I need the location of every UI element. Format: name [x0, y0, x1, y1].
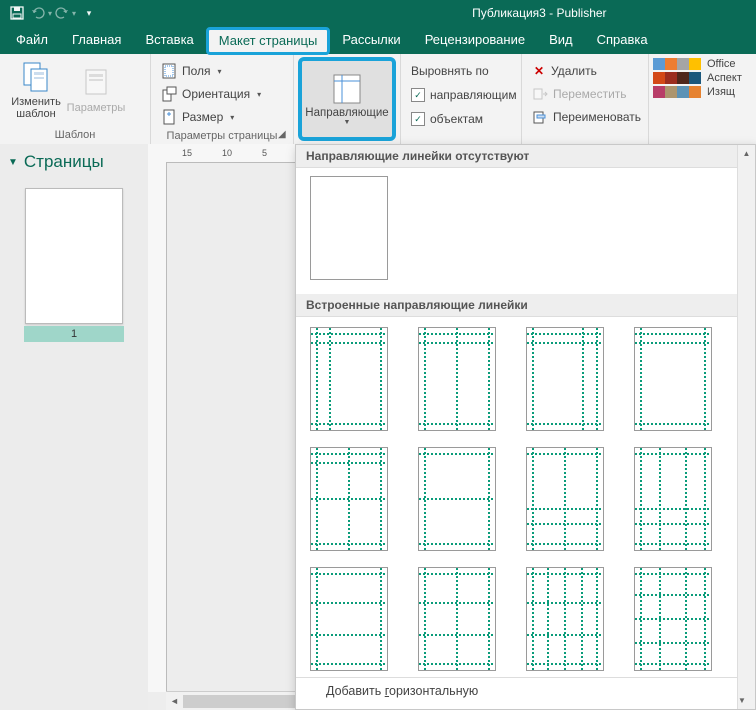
ruler-corner	[148, 144, 167, 163]
customize-qat-button[interactable]: ▾	[78, 2, 100, 24]
menu-add-horizontal[interactable]: Добавить горизонтальную	[296, 678, 755, 704]
guides-preset-2[interactable]	[418, 327, 496, 431]
group-template: Изменить шаблон Параметры Шаблон	[0, 54, 151, 144]
gallery-row	[296, 557, 755, 677]
page-number-badge: 1	[24, 326, 124, 342]
scheme-aspect[interactable]: Аспект	[653, 72, 756, 84]
guides-preset-none[interactable]	[310, 176, 388, 280]
group-pages: ✕Удалить Переместить Переименовать	[522, 54, 649, 144]
gallery-row	[296, 437, 755, 557]
scroll-up-arrow[interactable]: ▲	[738, 145, 755, 162]
align-to-guides-checkbox[interactable]: ✓направляющим	[407, 84, 521, 106]
tab-help[interactable]: Справка	[585, 26, 660, 54]
tab-page-layout[interactable]: Макет страницы	[206, 27, 331, 55]
dropdown-caret-icon: ▼	[344, 119, 351, 126]
tab-mailings[interactable]: Рассылки	[330, 26, 412, 54]
change-template-label: Изменить шаблон	[6, 96, 66, 120]
guides-preset-5[interactable]	[310, 447, 388, 551]
builtin-guides-section-header: Встроенные направляющие линейки	[296, 294, 755, 317]
tab-view[interactable]: Вид	[537, 26, 585, 54]
gallery-vertical-scrollbar[interactable]: ▲ ▼	[737, 145, 755, 709]
vertical-ruler[interactable]	[148, 162, 167, 692]
no-guides-section-header: Направляющие линейки отсутствуют	[296, 145, 755, 168]
tab-insert[interactable]: Вставка	[133, 26, 205, 54]
scheme-elegant[interactable]: Изящ	[653, 86, 756, 98]
group-align: Выровнять по ✓направляющим ✓объектам	[400, 54, 522, 144]
tab-file[interactable]: Файл	[4, 26, 60, 54]
undo-button[interactable]: ▾	[30, 2, 52, 24]
margins-label: Поля	[182, 64, 211, 78]
scroll-down-arrow[interactable]: ▼	[738, 692, 746, 709]
page-params-dialog-launcher[interactable]: ◢	[278, 129, 290, 141]
window-title: Публикация3 - Publisher	[472, 6, 606, 20]
tab-home[interactable]: Главная	[60, 26, 133, 54]
options-button: Параметры	[66, 58, 126, 122]
guides-preset-10[interactable]	[418, 567, 496, 671]
orientation-label: Ориентация	[182, 87, 250, 101]
size-button[interactable]: Размер▾	[157, 106, 238, 128]
guides-preset-4[interactable]	[634, 327, 712, 431]
guides-gallery-dropdown: Направляющие линейки отсутствуют Встроен…	[295, 144, 756, 710]
guides-preset-7[interactable]	[526, 447, 604, 551]
size-label: Размер	[182, 110, 223, 124]
group-template-label: Шаблон	[0, 127, 150, 144]
menu-add-vertical[interactable]: Добавить вертикальную	[296, 704, 755, 709]
gallery-row	[296, 317, 755, 437]
gallery-menu: Добавить горизонтальную Добавить вертика…	[296, 677, 755, 709]
guides-preset-11[interactable]	[526, 567, 604, 671]
pages-pane: ▼ Страницы 1	[0, 144, 148, 710]
delete-page-button[interactable]: ✕Удалить	[528, 60, 601, 82]
tab-review[interactable]: Рецензирование	[413, 26, 537, 54]
move-page-button: Переместить	[528, 83, 631, 105]
margins-button[interactable]: Поля▾	[157, 60, 226, 82]
guides-preset-9[interactable]	[310, 567, 388, 671]
guides-preset-12[interactable]	[634, 567, 712, 671]
group-page-params: Поля▾ Ориентация▾ Размер▾ Параметры стра…	[151, 54, 294, 144]
title-bar: ▾ ▾ ▾ Публикация3 - Publisher	[0, 0, 756, 26]
orientation-button[interactable]: Ориентация▾	[157, 83, 265, 105]
save-button[interactable]	[6, 2, 28, 24]
guides-label: Направляющие	[305, 107, 388, 119]
pages-pane-header[interactable]: ▼ Страницы	[0, 144, 148, 176]
group-schemes: Office Аспект Изящ	[649, 54, 756, 144]
options-label: Параметры	[67, 102, 126, 114]
guides-icon	[330, 73, 364, 105]
rename-page-button[interactable]: Переименовать	[528, 106, 645, 128]
ribbon: Изменить шаблон Параметры Шаблон Поля▾ О…	[0, 54, 756, 145]
guides-preset-6[interactable]	[418, 447, 496, 551]
collapse-caret-icon: ▼	[8, 157, 18, 168]
quick-access-toolbar: ▾ ▾ ▾	[0, 2, 100, 24]
guides-preset-8[interactable]	[634, 447, 712, 551]
align-to-objects-checkbox[interactable]: ✓объектам	[407, 108, 487, 130]
align-by-label: Выровнять по	[407, 60, 493, 82]
group-page-params-label: Параметры страницы	[151, 128, 293, 145]
guides-preset-3[interactable]	[526, 327, 604, 431]
redo-button[interactable]: ▾	[54, 2, 76, 24]
page-thumbnail[interactable]	[25, 188, 123, 324]
guides-button[interactable]: Направляющие ▼	[298, 57, 396, 141]
change-template-button[interactable]: Изменить шаблон	[6, 58, 66, 122]
scheme-office[interactable]: Office	[653, 58, 756, 70]
ribbon-tabs: Файл Главная Вставка Макет страницы Расс…	[0, 26, 756, 54]
guides-preset-1[interactable]	[310, 327, 388, 431]
scroll-left-arrow[interactable]: ◄	[166, 693, 183, 710]
